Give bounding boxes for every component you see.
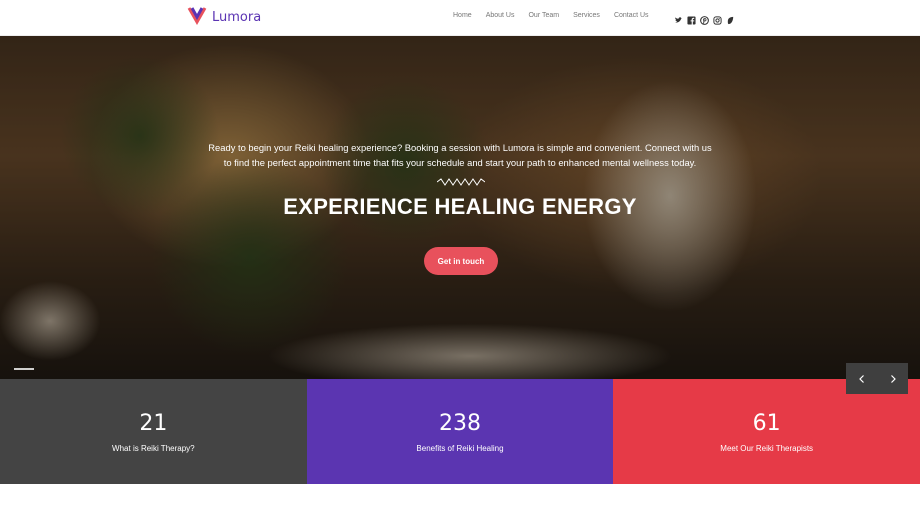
instagram-icon[interactable] — [713, 12, 722, 25]
hero-intro: Ready to begin your Reiki healing experi… — [180, 140, 740, 170]
hero-intro-line2: to find the perfect appointment time tha… — [223, 157, 697, 168]
chevron-right-icon — [890, 374, 896, 383]
social-links — [674, 12, 735, 25]
lumora-logo-icon — [187, 5, 207, 30]
stat-reiki-therapy[interactable]: 21 What is Reiki Therapy? — [0, 379, 307, 484]
slider-controls — [846, 363, 908, 394]
nav-services[interactable]: Services — [573, 12, 600, 19]
get-in-touch-button[interactable]: Get in touch — [424, 247, 498, 275]
slider-next-button[interactable] — [877, 363, 908, 394]
brand-name: Lumora — [212, 9, 262, 25]
stat-number: 238 — [439, 410, 481, 436]
nav-home[interactable]: Home — [453, 12, 472, 19]
main-nav: Home About Us Our Team Services Contact … — [453, 12, 663, 19]
stat-label: Meet Our Reiki Therapists — [720, 443, 814, 453]
stat-number: 21 — [139, 410, 168, 436]
stat-benefits[interactable]: 238 Benefits of Reiki Healing — [306, 379, 614, 484]
hero-title: EXPERIENCE HEALING ENERGY — [283, 194, 637, 219]
slider-prev-button[interactable] — [846, 363, 877, 394]
nav-our-team[interactable]: Our Team — [528, 12, 559, 19]
wave-divider — [437, 178, 485, 186]
hero-slider: Ready to begin your Reiki healing experi… — [0, 36, 920, 379]
stats-bar: 21 What is Reiki Therapy? 238 Benefits o… — [0, 379, 920, 484]
stat-label: What is Reiki Therapy? — [112, 443, 195, 453]
slide-indicator[interactable] — [14, 368, 34, 370]
hero-intro-line1: Ready to begin your Reiki healing experi… — [208, 142, 712, 153]
stat-number: 61 — [752, 410, 781, 436]
nav-about-us[interactable]: About Us — [486, 12, 515, 19]
nav-contact-us[interactable]: Contact Us — [614, 12, 649, 19]
top-navbar: Lumora Home About Us Our Team Services C… — [0, 0, 920, 36]
gem-icon[interactable] — [726, 12, 735, 25]
chevron-left-icon — [858, 374, 864, 383]
brand-logo[interactable]: Lumora — [187, 5, 262, 30]
stat-therapists[interactable]: 61 Meet Our Reiki Therapists — [613, 379, 920, 484]
facebook-icon[interactable] — [687, 12, 696, 25]
stat-label: Benefits of Reiki Healing — [416, 443, 504, 453]
twitter-icon[interactable] — [674, 12, 683, 23]
pinterest-icon[interactable] — [700, 12, 709, 25]
